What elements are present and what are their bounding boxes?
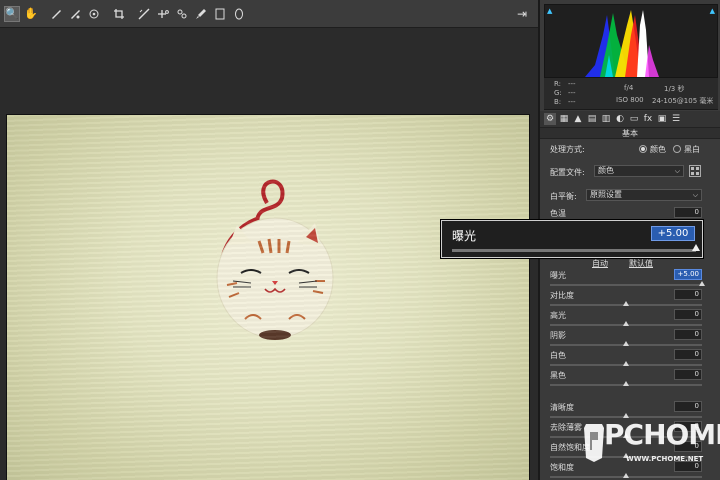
section-title: 基本 xyxy=(540,127,720,139)
popup-exposure-value[interactable]: +5.00 xyxy=(651,226,695,241)
slider-track[interactable] xyxy=(550,381,702,386)
b-label: B: xyxy=(554,98,562,106)
shutter-speed: 1/3 秒 xyxy=(664,85,685,93)
profile-browser-icon[interactable] xyxy=(689,165,701,177)
slider-value-input[interactable]: 0 xyxy=(674,349,702,360)
profile-label: 配置文件: xyxy=(550,168,585,177)
slider-label: 白色 xyxy=(550,351,566,360)
slider-thumb[interactable] xyxy=(623,361,629,366)
slider-thumb[interactable] xyxy=(623,341,629,346)
slider-track[interactable] xyxy=(550,361,702,366)
watermark-text: PCHOME xyxy=(604,418,720,451)
watermark-logo-icon xyxy=(584,424,604,462)
slider-value-input[interactable]: 0 xyxy=(674,329,702,340)
treatment-color-radio[interactable] xyxy=(639,145,647,153)
slider-label: 对比度 xyxy=(550,291,574,300)
popup-exposure-thumb[interactable] xyxy=(692,244,700,251)
treatment-color-label: 颜色 xyxy=(650,145,666,154)
chevron-down-icon: ⌵ xyxy=(674,167,680,175)
zoom-icon[interactable]: 🔍 xyxy=(4,5,20,22)
spot-removal-icon[interactable] xyxy=(155,6,171,22)
tab-effects-icon[interactable]: fx xyxy=(642,113,654,125)
presence-slider-value[interactable]: 0 xyxy=(674,401,702,412)
default-button[interactable]: 默认值 xyxy=(629,258,653,269)
tab-basic-icon[interactable]: ⚙ xyxy=(544,113,556,125)
slider-thumb[interactable] xyxy=(623,381,629,386)
lucky-cat-figure xyxy=(216,179,334,340)
target-adjust-icon[interactable] xyxy=(86,6,102,22)
temperature-value[interactable]: 0 xyxy=(674,207,702,218)
white-balance-select[interactable]: 原照设置 ⌵ xyxy=(586,189,702,201)
white-balance-icon[interactable] xyxy=(48,6,64,22)
r-label: R: xyxy=(554,80,562,88)
b-value: --- xyxy=(568,98,576,106)
presence-slider-label: 去除薄雾 xyxy=(550,423,582,432)
auto-button[interactable]: 自动 xyxy=(592,258,608,269)
hand-icon[interactable]: ✋ xyxy=(23,6,39,22)
slider-label: 阴影 xyxy=(550,331,566,340)
exit-fullscreen-icon[interactable]: ⇥ xyxy=(514,6,530,22)
tab-tone-curve-icon[interactable]: ▦ xyxy=(558,113,570,125)
slider-label: 曝光 xyxy=(550,271,566,280)
slider-value-input[interactable]: 0 xyxy=(674,309,702,320)
slider-track[interactable] xyxy=(550,321,702,326)
brush-icon[interactable] xyxy=(193,6,209,22)
tab-split-toning-icon[interactable]: ▥ xyxy=(600,113,612,125)
white-balance-label: 白平衡: xyxy=(550,192,577,201)
lens-focal: 24-105@105 毫米 xyxy=(652,97,714,105)
tab-calibration-icon[interactable]: ▣ xyxy=(656,113,668,125)
g-value: --- xyxy=(568,89,576,97)
histogram: ▲ ▲ xyxy=(544,4,718,78)
slider-thumb[interactable] xyxy=(623,321,629,326)
popup-exposure-track[interactable] xyxy=(452,244,700,252)
presence-slider-thumb[interactable] xyxy=(623,473,629,478)
straighten-icon[interactable] xyxy=(136,6,152,22)
r-value: --- xyxy=(568,80,576,88)
toolbar: 🔍 ✋ ⇥ xyxy=(0,0,538,28)
photo-preview[interactable] xyxy=(6,114,530,480)
aperture: f/4 xyxy=(624,84,634,92)
slider-track[interactable] xyxy=(550,281,705,286)
presence-slider-label: 清晰度 xyxy=(550,403,574,412)
tab-presets-icon[interactable]: ☰ xyxy=(670,113,682,125)
redeye-icon[interactable] xyxy=(174,6,190,22)
slider-label: 黑色 xyxy=(550,371,566,380)
slider-label: 高光 xyxy=(550,311,566,320)
temperature-label: 色温 xyxy=(550,209,566,218)
slider-thumb[interactable] xyxy=(699,281,705,286)
slider-track[interactable] xyxy=(550,301,702,306)
popup-exposure-label: 曝光 xyxy=(452,229,477,243)
presence-slider-track[interactable] xyxy=(550,473,702,478)
camera-info: R: --- G: --- B: --- f/4 1/3 秒 ISO 800 2… xyxy=(544,78,718,110)
tab-hsl-icon[interactable]: ▤ xyxy=(586,113,598,125)
panel-tabs: ⚙ ▦ ▲ ▤ ▥ ◐ ▭ fx ▣ ☰ xyxy=(540,111,720,127)
color-sampler-icon[interactable] xyxy=(67,6,83,22)
tab-lens-icon[interactable]: ◐ xyxy=(614,113,626,125)
crop-icon[interactable] xyxy=(111,6,127,22)
iso: ISO 800 xyxy=(616,96,644,104)
tab-detail-icon[interactable]: ▲ xyxy=(572,113,584,125)
slider-track[interactable] xyxy=(550,341,702,346)
watermark-url: WWW.PCHOME.NET xyxy=(626,455,704,463)
treatment-label: 处理方式: xyxy=(550,145,585,154)
slider-value-input[interactable]: 0 xyxy=(674,369,702,380)
g-label: G: xyxy=(554,89,562,97)
treatment-bw-radio[interactable] xyxy=(673,145,681,153)
radial-filter-icon[interactable] xyxy=(231,6,247,22)
presence-slider-label: 饱和度 xyxy=(550,463,574,472)
treatment-bw-label: 黑白 xyxy=(684,145,700,154)
tab-transform-icon[interactable]: ▭ xyxy=(628,113,640,125)
graduated-filter-icon[interactable] xyxy=(212,6,228,22)
profile-select[interactable]: 颜色 ⌵ xyxy=(594,165,684,177)
exposure-popup: 曝光 +5.00 xyxy=(441,220,703,258)
slider-value-input[interactable]: +5.00 xyxy=(674,269,702,280)
watermark: PCHOME WWW.PCHOME.NET xyxy=(582,418,720,470)
slider-thumb[interactable] xyxy=(623,301,629,306)
chevron-down-icon: ⌵ xyxy=(692,191,698,199)
slider-value-input[interactable]: 0 xyxy=(674,289,702,300)
